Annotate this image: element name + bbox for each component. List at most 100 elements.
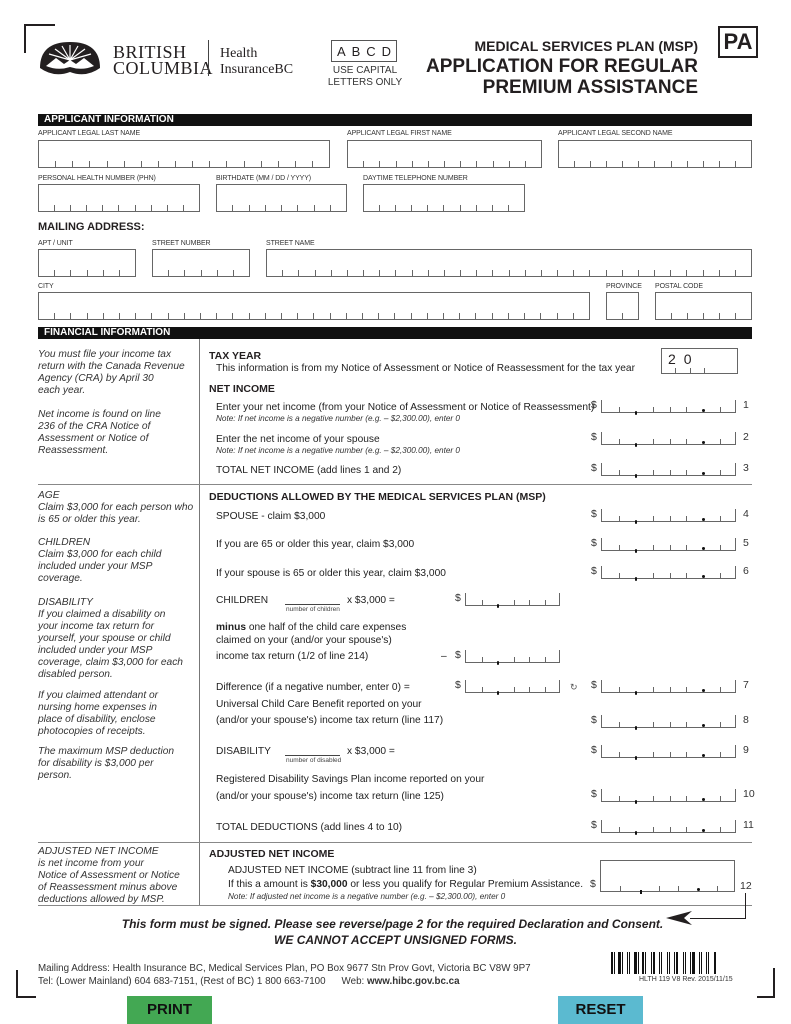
line-1-amount[interactable] xyxy=(601,400,736,415)
line-9-amount[interactable] xyxy=(601,745,736,760)
web-link[interactable]: www.hibc.gov.bc.ca xyxy=(367,976,460,987)
note-line: is net income from your xyxy=(38,858,144,869)
city-field[interactable] xyxy=(38,292,590,320)
dollar-sign: $ xyxy=(590,878,596,890)
logo-dept-line-1: Health xyxy=(220,46,258,61)
digit-tick xyxy=(686,439,688,444)
apt-label: APT / UNIT xyxy=(38,240,73,247)
form-code-badge: PA xyxy=(718,26,758,58)
line-7-amount[interactable] xyxy=(601,680,736,695)
line-10-amount[interactable] xyxy=(601,789,736,804)
reset-button[interactable]: RESET xyxy=(558,996,643,1024)
line-3-amount[interactable] xyxy=(601,463,736,478)
dollar-sign: $ xyxy=(591,788,597,800)
decimal-point xyxy=(702,575,706,578)
barcode-bar xyxy=(627,952,628,974)
capital-letters-note: USE CAPITAL LETTERS ONLY xyxy=(318,65,412,89)
note-line: CHILDREN xyxy=(38,537,91,548)
barcode-bar xyxy=(618,952,621,974)
barcode-bar xyxy=(703,952,705,974)
barcode-bar xyxy=(710,952,713,974)
children-count-input[interactable] xyxy=(285,604,340,605)
birthdate-field[interactable] xyxy=(216,184,347,212)
dollar-sign: $ xyxy=(591,744,597,756)
caps-letter: B xyxy=(351,43,361,59)
phn-field[interactable] xyxy=(38,184,200,212)
char-ticks xyxy=(39,313,589,319)
line-number: 9 xyxy=(743,744,749,756)
barcode-bar xyxy=(638,952,639,974)
line-4-amount[interactable] xyxy=(601,509,736,524)
digit-tick xyxy=(652,470,654,475)
comma-separator xyxy=(496,661,499,665)
decimal-point xyxy=(702,829,706,832)
line-12-box[interactable] xyxy=(600,860,735,894)
digit-tick xyxy=(529,600,531,605)
street-number-field[interactable] xyxy=(152,249,250,277)
note-line: Agency (CRA) by April 30 xyxy=(38,373,154,384)
char-ticks xyxy=(607,313,638,319)
barcode-bar xyxy=(663,952,666,974)
digit-tick xyxy=(686,827,688,832)
postal-code-field[interactable] xyxy=(655,292,752,320)
province-field[interactable] xyxy=(606,292,639,320)
line-number: 4 xyxy=(743,508,749,520)
logo-divider xyxy=(208,40,209,76)
barcode-bar xyxy=(645,952,646,974)
comma-separator xyxy=(496,604,499,608)
print-button[interactable]: PRINT xyxy=(127,996,212,1024)
street-name-field[interactable] xyxy=(266,249,752,277)
comma-separator xyxy=(634,443,637,447)
logo-line-2: COLUMBIA xyxy=(113,58,214,78)
line-5-amount[interactable] xyxy=(601,538,736,553)
note-line: deductions allowed by MSP. xyxy=(38,894,165,905)
note-line: Assessment or Notice of xyxy=(38,433,149,444)
dollar-sign: $ xyxy=(591,565,597,577)
digit-tick xyxy=(669,407,671,412)
line-11-text: TOTAL DEDUCTIONS (add lines 4 to 10) xyxy=(216,822,403,833)
barcode-bar xyxy=(659,952,660,974)
line-number: 8 xyxy=(743,714,749,726)
char-ticks xyxy=(656,313,751,319)
tax-year-field[interactable]: 20 xyxy=(661,348,738,374)
net-income-heading: NET INCOME xyxy=(209,383,275,395)
comma-separator xyxy=(634,549,637,553)
digit-tick xyxy=(481,657,483,662)
note-line: If you claimed a disability on xyxy=(38,609,166,620)
line-number: 7 xyxy=(743,679,749,691)
decimal-point xyxy=(702,409,706,412)
children-amount[interactable] xyxy=(465,593,560,608)
difference-amount[interactable] xyxy=(465,680,560,695)
children-count-sub: number of children xyxy=(286,606,340,613)
apt-field[interactable] xyxy=(38,249,136,277)
corner-mark-bottom-left xyxy=(16,970,36,998)
phone-field[interactable] xyxy=(363,184,525,212)
second-name-field[interactable] xyxy=(558,140,752,168)
dollar-sign: $ xyxy=(591,679,597,691)
line-11-amount[interactable] xyxy=(601,820,736,835)
rdsp-text-line-1: Registered Disability Savings Plan incom… xyxy=(216,774,485,785)
note-max-deduction: The maximum MSP deduction for disability … xyxy=(38,746,198,782)
first-name-field[interactable] xyxy=(347,140,542,168)
line-2-amount[interactable] xyxy=(601,432,736,447)
line-1-note: Note: If net income is a negative number… xyxy=(216,414,460,423)
tax-year-prefix: 20 xyxy=(668,351,700,367)
barcode-bar xyxy=(671,952,673,974)
digit-tick xyxy=(720,827,722,832)
digit-tick xyxy=(620,886,622,891)
digit-tick xyxy=(652,516,654,521)
digit-tick xyxy=(720,407,722,412)
line-number: 3 xyxy=(743,462,749,474)
disabled-count-input[interactable] xyxy=(285,755,340,756)
line-8-amount[interactable] xyxy=(601,715,736,730)
comma-separator xyxy=(634,411,637,415)
digit-tick xyxy=(669,516,671,521)
first-name-label: APPLICANT LEGAL FIRST NAME xyxy=(347,130,452,137)
digit-tick xyxy=(513,687,515,692)
line-6-amount[interactable] xyxy=(601,566,736,581)
char-ticks xyxy=(217,205,346,211)
line-12-text: ADJUSTED NET INCOME (subtract line 11 fr… xyxy=(228,865,477,876)
digit-tick xyxy=(618,470,620,475)
child-care-amount[interactable] xyxy=(465,650,560,665)
last-name-field[interactable] xyxy=(38,140,330,168)
